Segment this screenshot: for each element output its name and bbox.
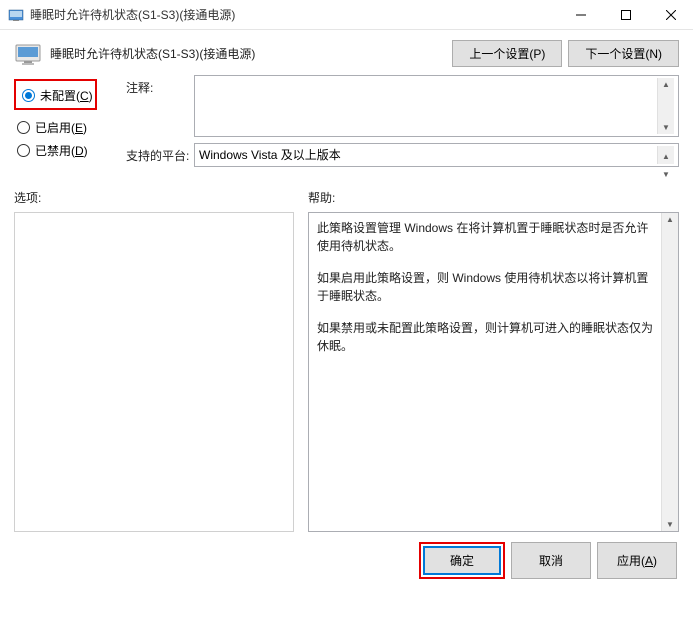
header-row: 睡眠时允许待机状态(S1-S3)(接通电源) 上一个设置(P) 下一个设置(N) xyxy=(14,40,679,67)
prev-setting-button[interactable]: 上一个设置(P) xyxy=(452,40,562,67)
apply-button[interactable]: 应用(A) xyxy=(597,542,677,579)
scrollbar[interactable]: ▲▼ xyxy=(657,78,674,134)
highlight-not-configured: 未配置(C) xyxy=(14,79,97,110)
ok-button[interactable]: 确定 xyxy=(423,546,501,575)
help-box: 此策略设置管理 Windows 在将计算机置于睡眠状态时是否允许使用待机状态。 … xyxy=(308,212,679,532)
radio-not-configured[interactable]: 未配置(C) xyxy=(19,84,93,107)
radio-enabled[interactable]: 已启用(E) xyxy=(14,116,126,139)
window-controls xyxy=(558,0,693,29)
comment-textarea[interactable]: ▲▼ xyxy=(194,75,679,137)
radio-label: 已启用(E) xyxy=(35,119,87,136)
help-label: 帮助: xyxy=(308,189,679,206)
close-button[interactable] xyxy=(648,0,693,29)
highlight-ok: 确定 xyxy=(419,542,505,579)
window-title: 睡眠时允许待机状态(S1-S3)(接通电源) xyxy=(30,6,235,23)
radio-indicator xyxy=(22,89,35,102)
radio-group: 未配置(C) 已启用(E) 已禁用(D) xyxy=(14,75,126,173)
comment-label: 注释: xyxy=(126,75,194,137)
policy-title: 睡眠时允许待机状态(S1-S3)(接通电源) xyxy=(50,45,452,62)
radio-indicator xyxy=(17,121,30,134)
cancel-button[interactable]: 取消 xyxy=(511,542,591,579)
maximize-button[interactable] xyxy=(603,0,648,29)
scrollbar[interactable]: ▲▼ xyxy=(657,146,674,164)
radio-indicator xyxy=(17,144,30,157)
radio-label: 已禁用(D) xyxy=(35,142,88,159)
platform-label: 支持的平台: xyxy=(126,143,194,167)
scrollbar[interactable]: ▲▼ xyxy=(661,213,678,531)
app-icon xyxy=(8,7,24,23)
footer-buttons: 确定 取消 应用(A) xyxy=(14,542,679,579)
help-text: 此策略设置管理 Windows 在将计算机置于睡眠状态时是否允许使用待机状态。 … xyxy=(309,213,661,531)
platform-textarea: Windows Vista 及以上版本 ▲▼ xyxy=(194,143,679,167)
titlebar: 睡眠时允许待机状态(S1-S3)(接通电源) xyxy=(0,0,693,30)
options-label: 选项: xyxy=(14,189,294,206)
radio-disabled[interactable]: 已禁用(D) xyxy=(14,139,126,162)
minimize-button[interactable] xyxy=(558,0,603,29)
radio-label: 未配置(C) xyxy=(40,87,93,104)
options-box xyxy=(14,212,294,532)
policy-icon xyxy=(14,41,44,67)
next-setting-button[interactable]: 下一个设置(N) xyxy=(568,40,679,67)
